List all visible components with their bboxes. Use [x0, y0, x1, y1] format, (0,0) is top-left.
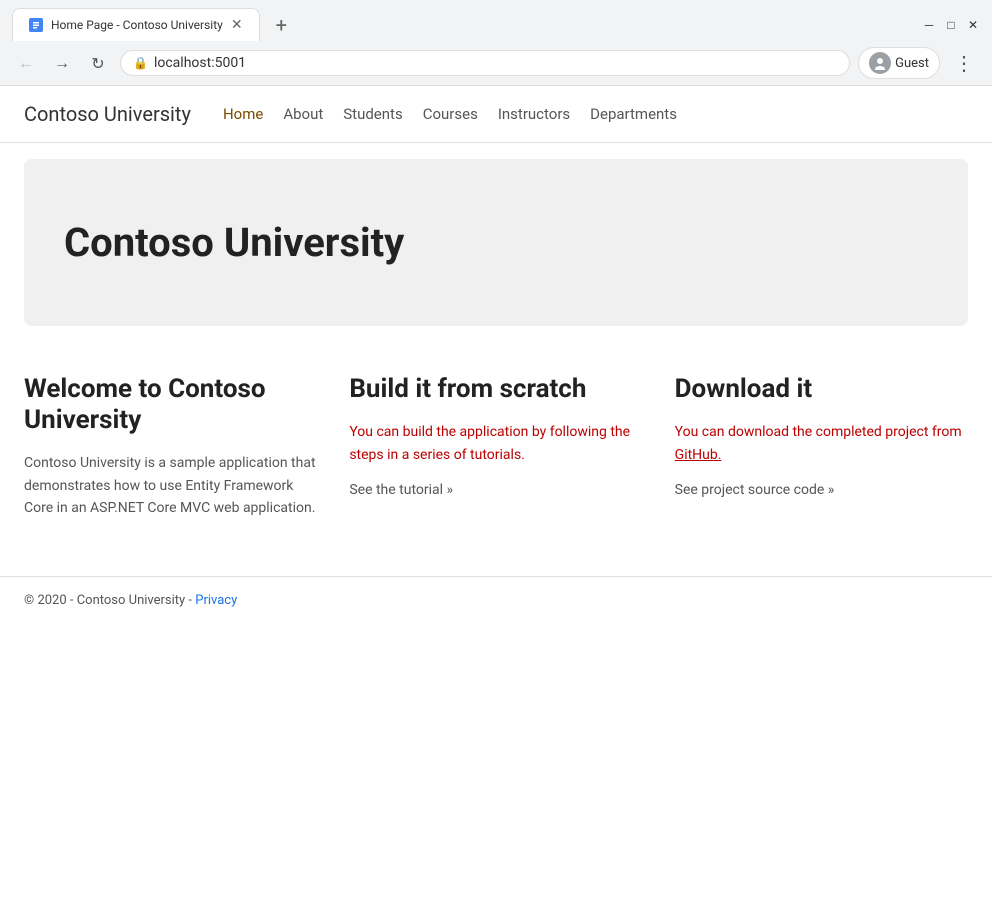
footer-copyright: © 2020 - Contoso University -: [24, 593, 195, 608]
hero-title: Contoso University: [64, 219, 928, 266]
profile-avatar: [869, 52, 891, 74]
nav-link-departments[interactable]: Departments: [590, 105, 677, 123]
privacy-link[interactable]: Privacy: [195, 593, 237, 608]
close-button[interactable]: ✕: [966, 18, 980, 32]
profile-label: Guest: [895, 56, 929, 71]
nav-link-about[interactable]: About: [283, 105, 323, 123]
github-link[interactable]: GitHub.: [675, 447, 722, 463]
site-footer: © 2020 - Contoso University - Privacy: [0, 576, 992, 624]
minimize-button[interactable]: ─: [922, 18, 936, 32]
tab-favicon: [29, 18, 43, 32]
hero-section: Contoso University: [24, 159, 968, 326]
welcome-column: Welcome to Contoso University Contoso Un…: [24, 374, 317, 536]
site-navigation: Contoso University Home About Students C…: [0, 86, 992, 143]
reload-button[interactable]: ↻: [84, 49, 112, 77]
tab-close-button[interactable]: ✕: [231, 17, 243, 33]
site-brand: Contoso University: [24, 102, 191, 126]
nav-link-courses[interactable]: Courses: [423, 105, 478, 123]
welcome-description: Contoso University is a sample applicati…: [24, 452, 317, 519]
tab-title: Home Page - Contoso University: [51, 18, 223, 32]
window-controls: ─ □ ✕: [922, 18, 980, 32]
page-content: Contoso University Home About Students C…: [0, 86, 992, 624]
lock-icon: 🔒: [133, 56, 148, 70]
browser-tab[interactable]: Home Page - Contoso University ✕: [12, 8, 260, 41]
download-heading: Download it: [675, 374, 968, 405]
build-heading: Build it from scratch: [349, 374, 642, 405]
maximize-button[interactable]: □: [944, 18, 958, 32]
download-column: Download it You can download the complet…: [675, 374, 968, 536]
source-code-link[interactable]: See project source code »: [675, 482, 968, 498]
address-bar: ← → ↻ 🔒 localhost:5001 Guest ⋮: [0, 41, 992, 85]
tutorial-link[interactable]: See the tutorial »: [349, 482, 642, 498]
nav-link-students[interactable]: Students: [343, 105, 402, 123]
nav-links: Home About Students Courses Instructors …: [223, 105, 677, 123]
profile-button[interactable]: Guest: [858, 47, 940, 79]
more-options-button[interactable]: ⋮: [948, 47, 980, 79]
new-tab-button[interactable]: +: [268, 9, 295, 41]
nav-link-instructors[interactable]: Instructors: [498, 105, 570, 123]
download-description: You can download the completed project f…: [675, 421, 968, 466]
back-button[interactable]: ←: [12, 49, 40, 77]
nav-link-home[interactable]: Home: [223, 105, 263, 123]
title-bar: Home Page - Contoso University ✕ + ─ □ ✕: [0, 0, 992, 41]
forward-button[interactable]: →: [48, 49, 76, 77]
url-bar[interactable]: 🔒 localhost:5001: [120, 50, 850, 76]
browser-chrome: Home Page - Contoso University ✕ + ─ □ ✕…: [0, 0, 992, 86]
content-grid: Welcome to Contoso University Contoso Un…: [0, 342, 992, 568]
build-column: Build it from scratch You can build the …: [349, 374, 642, 536]
welcome-heading: Welcome to Contoso University: [24, 374, 317, 436]
build-description: You can build the application by followi…: [349, 421, 642, 466]
url-text: localhost:5001: [154, 55, 837, 71]
